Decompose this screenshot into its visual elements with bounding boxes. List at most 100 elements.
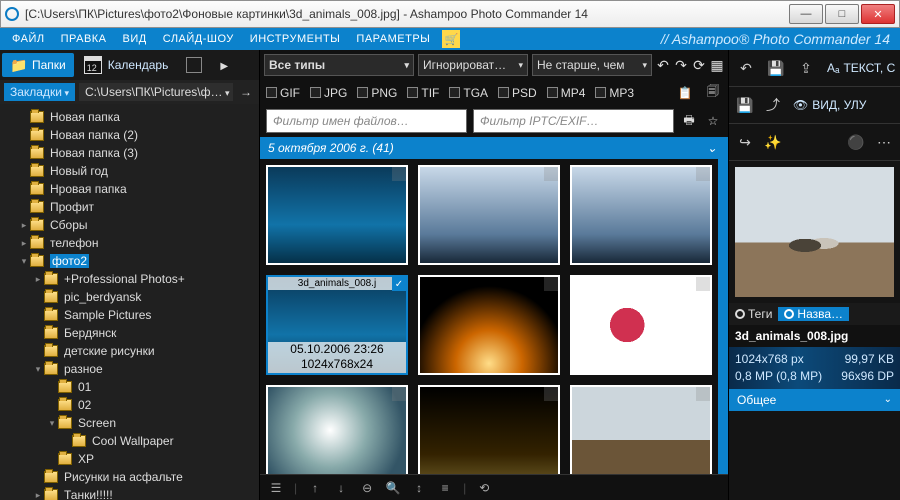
- tree-node[interactable]: Sample Pictures: [0, 306, 259, 324]
- tree-node[interactable]: ▾Screen: [0, 414, 259, 432]
- thumbnail[interactable]: [418, 165, 560, 265]
- undo-icon[interactable]: ↶: [656, 54, 670, 76]
- tree-node[interactable]: Новый год: [0, 162, 259, 180]
- thumbnail[interactable]: [570, 275, 712, 375]
- zoom-in-icon[interactable]: 🔍: [385, 481, 401, 495]
- clipboard-icon[interactable]: 📋: [676, 86, 694, 100]
- tree-node[interactable]: ▾разное: [0, 360, 259, 378]
- format-checkbox-tga[interactable]: TGA: [449, 86, 488, 100]
- title-tab[interactable]: Назва…: [778, 307, 849, 321]
- thumb-check-icon[interactable]: [696, 387, 710, 401]
- close-button[interactable]: [861, 4, 895, 24]
- tree-node[interactable]: Новая папка (2): [0, 126, 259, 144]
- format-checkbox-mp4[interactable]: MP4: [547, 86, 586, 100]
- thumbnail[interactable]: [570, 165, 712, 265]
- thumbnail-selected[interactable]: 3d_animals_008.j 05.10.2006 23:261024x76…: [266, 275, 408, 375]
- menu-edit[interactable]: ПРАВКА: [53, 33, 115, 45]
- copy-icon[interactable]: 🗐: [704, 82, 722, 103]
- tab-folders[interactable]: Папки: [2, 53, 74, 77]
- thumbnail[interactable]: [570, 385, 712, 474]
- tab-calendar[interactable]: Календарь: [76, 52, 177, 78]
- tree-node[interactable]: ▸Танки!!!!!: [0, 486, 259, 500]
- tree-node[interactable]: ▸телефон: [0, 234, 259, 252]
- zoom-out-icon[interactable]: ⊖: [359, 481, 375, 495]
- format-checkbox-jpg[interactable]: JPG: [310, 86, 347, 100]
- format-checkbox-mp3[interactable]: MP3: [595, 86, 634, 100]
- grid-icon[interactable]: ▦: [710, 54, 724, 76]
- bookmarks-dropdown[interactable]: Закладки: [4, 83, 75, 101]
- tree-node[interactable]: pic_berdyansk: [0, 288, 259, 306]
- tab-misc2[interactable]: [212, 54, 236, 76]
- thumbnail[interactable]: [266, 165, 408, 265]
- filetype-combo[interactable]: Все типы: [264, 54, 414, 76]
- favorite-icon[interactable]: ☆: [704, 114, 722, 128]
- tree-node[interactable]: детские рисунки: [0, 342, 259, 360]
- cart-icon[interactable]: 🛒: [442, 30, 460, 48]
- menu-options[interactable]: ПАРАМЕТРЫ: [348, 33, 438, 45]
- preview-image[interactable]: [735, 167, 894, 297]
- share2-icon[interactable]: ⤴: [761, 93, 785, 117]
- view-tools-label[interactable]: 👁ВИД, УЛУ: [789, 93, 866, 117]
- path-field[interactable]: C:\Users\ПК\Pictures\ф…: [79, 83, 233, 101]
- tree-node[interactable]: ▸+Professional Photos+: [0, 270, 259, 288]
- maximize-button[interactable]: □: [825, 4, 859, 24]
- color-icon[interactable]: ⚫: [844, 130, 868, 154]
- refresh-icon[interactable]: ⟲: [476, 481, 492, 495]
- view-list-icon[interactable]: ≡: [437, 481, 453, 495]
- thumb-check-icon[interactable]: [696, 167, 710, 181]
- folder-tree[interactable]: Новая папкаНовая папка (2)Новая папка (3…: [0, 104, 259, 500]
- rotate-icon[interactable]: ⟳: [692, 54, 706, 76]
- tree-node[interactable]: ▸Сборы: [0, 216, 259, 234]
- thumb-check-icon[interactable]: [696, 277, 710, 291]
- redo2-icon[interactable]: ↪: [733, 130, 757, 154]
- redo-icon[interactable]: ↷: [674, 54, 688, 76]
- path-go-button[interactable]: →: [237, 85, 255, 99]
- print-icon[interactable]: 🖶: [680, 111, 698, 132]
- format-checkbox-tif[interactable]: TIF: [407, 86, 439, 100]
- tree-node[interactable]: XP: [0, 450, 259, 468]
- tree-node[interactable]: 01: [0, 378, 259, 396]
- thumb-check-icon[interactable]: [392, 387, 406, 401]
- thumb-check-icon[interactable]: [544, 277, 558, 291]
- save-icon[interactable]: 💾: [763, 56, 789, 80]
- thumb-check-icon[interactable]: [392, 167, 406, 181]
- share-icon[interactable]: ⇪: [793, 56, 819, 80]
- tab-misc1[interactable]: [178, 53, 210, 77]
- undo2-icon[interactable]: ↶: [733, 56, 759, 80]
- format-checkbox-gif[interactable]: GIF: [266, 86, 300, 100]
- tree-node[interactable]: Нровая папка: [0, 180, 259, 198]
- filename-filter[interactable]: Фильтр имен файлов…: [266, 109, 467, 133]
- menu-view[interactable]: ВИД: [115, 33, 155, 45]
- sort-icon[interactable]: ↕: [411, 481, 427, 495]
- iptc-filter[interactable]: Фильтр IPTC/EXIF…: [473, 109, 674, 133]
- tree-node[interactable]: Новая папка: [0, 108, 259, 126]
- tree-node[interactable]: Новая папка (3): [0, 144, 259, 162]
- tree-node[interactable]: 02: [0, 396, 259, 414]
- tree-node[interactable]: Рисунки на асфальте: [0, 468, 259, 486]
- thumb-check-icon[interactable]: [544, 167, 558, 181]
- thumb-check-icon[interactable]: [392, 277, 406, 291]
- layout-icon[interactable]: ☰: [268, 481, 284, 495]
- nav-up-icon[interactable]: ↑: [307, 481, 323, 495]
- wand-icon[interactable]: ✨: [761, 130, 785, 154]
- date-group-header[interactable]: 5 октября 2006 г. (41) ⌄: [260, 137, 728, 159]
- tree-node[interactable]: Бердянск: [0, 324, 259, 342]
- tree-node[interactable]: Cool Wallpaper: [0, 432, 259, 450]
- save2-icon[interactable]: 💾: [733, 93, 757, 117]
- menu-tools[interactable]: ИНСТРУМЕНТЫ: [242, 33, 349, 45]
- ignore-combo[interactable]: Игнорироват…: [418, 54, 528, 76]
- thumbnail[interactable]: [418, 275, 560, 375]
- menu-slideshow[interactable]: СЛАЙД-ШОУ: [155, 33, 242, 45]
- thumbnail[interactable]: [418, 385, 560, 474]
- text-tools-label[interactable]: AₐТЕКСТ, С: [823, 56, 895, 80]
- nav-down-icon[interactable]: ↓: [333, 481, 349, 495]
- general-section[interactable]: Общее ⌄: [729, 389, 900, 411]
- minimize-button[interactable]: —: [789, 4, 823, 24]
- thumbnail[interactable]: [266, 385, 408, 474]
- format-checkbox-png[interactable]: PNG: [357, 86, 397, 100]
- format-checkbox-psd[interactable]: PSD: [498, 86, 537, 100]
- age-combo[interactable]: Не старше, чем: [532, 54, 652, 76]
- menu-file[interactable]: ФАЙЛ: [4, 33, 53, 45]
- more-icon[interactable]: ⋯: [872, 130, 896, 154]
- thumb-check-icon[interactable]: [544, 387, 558, 401]
